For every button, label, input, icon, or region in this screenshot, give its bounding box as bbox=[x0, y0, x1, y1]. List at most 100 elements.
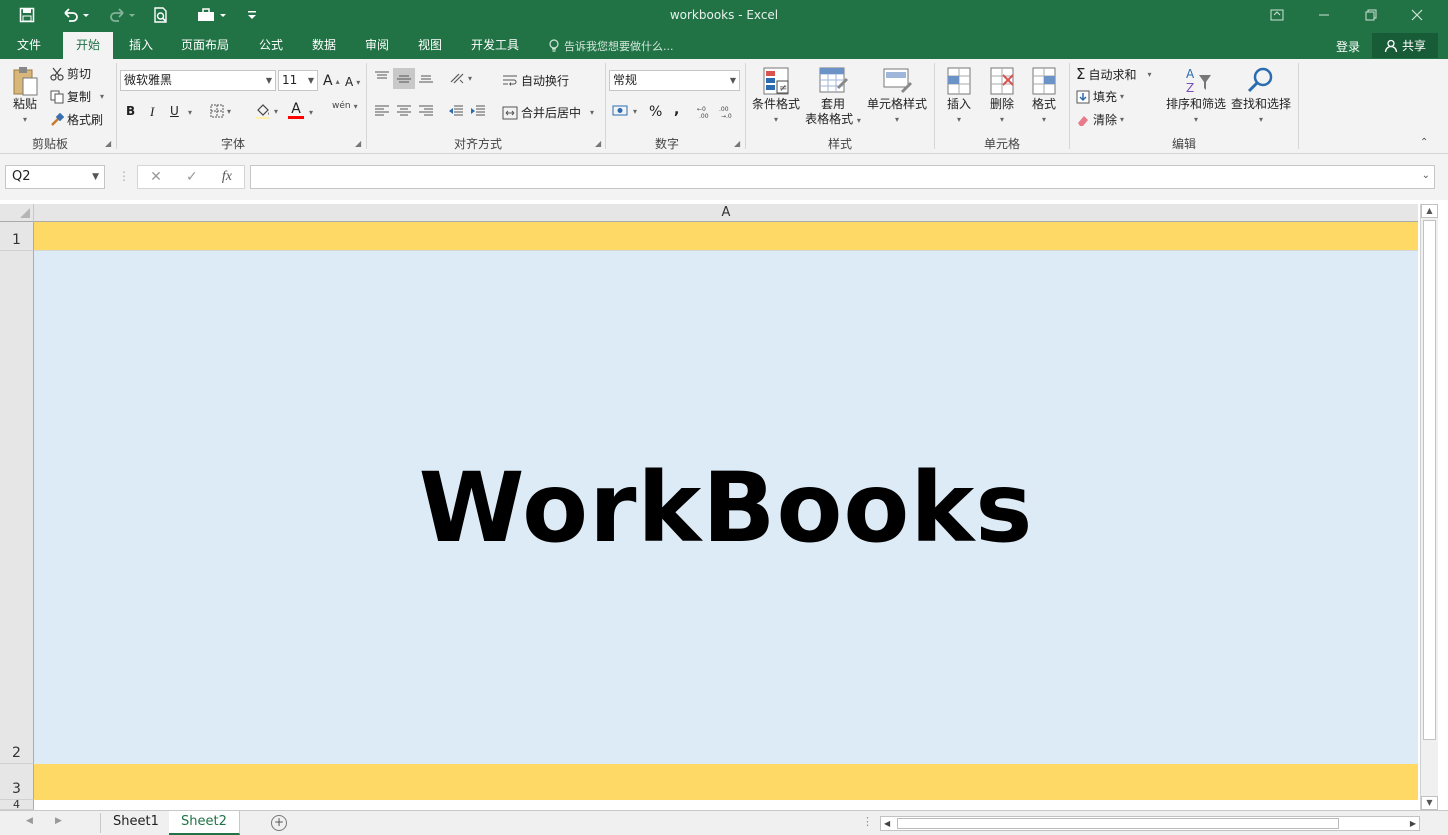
tab-insert[interactable]: 插入 bbox=[120, 32, 162, 59]
redo-icon[interactable] bbox=[104, 4, 138, 26]
increase-indent-button[interactable] bbox=[470, 104, 486, 118]
scroll-right-icon[interactable]: ▶ bbox=[1410, 817, 1416, 830]
minimize-icon[interactable] bbox=[1309, 4, 1339, 26]
cell-a4[interactable] bbox=[34, 800, 1418, 810]
tell-me-box[interactable]: 告诉我您想要做什么... bbox=[548, 38, 674, 54]
cell-styles-button[interactable]: 单元格样式 ▾ bbox=[866, 65, 928, 127]
sheet-tab-sheet1[interactable]: Sheet1 bbox=[101, 811, 172, 835]
font-size-combo[interactable]: 11 ▼ bbox=[278, 70, 318, 91]
tab-split-handle[interactable]: ⋮ bbox=[862, 815, 873, 828]
decrease-decimal-button[interactable]: .00 →.0 bbox=[719, 105, 737, 119]
grow-font-button[interactable]: A ▴ bbox=[323, 73, 340, 89]
italic-button[interactable]: I bbox=[150, 104, 154, 120]
bold-button[interactable]: B bbox=[126, 104, 135, 118]
ribbon-display-options-icon[interactable] bbox=[1262, 4, 1292, 26]
font-launcher-icon[interactable]: ◢ bbox=[355, 139, 361, 148]
phonetic-guide-button[interactable]: wén ▾ bbox=[332, 101, 358, 111]
format-painter-button[interactable]: 格式刷 bbox=[50, 111, 103, 128]
font-color-dropdown-icon[interactable]: ▾ bbox=[309, 108, 313, 117]
align-left-button[interactable] bbox=[374, 104, 390, 118]
tab-review[interactable]: 审阅 bbox=[355, 32, 399, 59]
orientation-button[interactable]: ▾ bbox=[449, 70, 472, 86]
align-center-button[interactable] bbox=[396, 104, 412, 118]
customize-qat-icon[interactable] bbox=[244, 4, 260, 26]
vertical-scroll-thumb[interactable] bbox=[1423, 220, 1436, 740]
insert-cells-button[interactable]: 插入 ▾ bbox=[940, 65, 978, 127]
accounting-format-button[interactable]: ▾ bbox=[612, 103, 637, 119]
conditional-formatting-button[interactable]: ≠ 条件格式 ▾ bbox=[750, 65, 802, 127]
cell-a1[interactable] bbox=[34, 222, 1418, 251]
number-format-combo[interactable]: 常规 ▼ bbox=[609, 70, 740, 91]
cell-a2[interactable]: WorkBooks bbox=[34, 251, 1418, 764]
restore-icon[interactable] bbox=[1356, 4, 1386, 26]
cell-a3[interactable] bbox=[34, 764, 1418, 800]
format-cells-button[interactable]: 格式 ▾ bbox=[1025, 65, 1063, 127]
name-box[interactable]: Q2 ▼ bbox=[5, 165, 105, 189]
tab-formulas[interactable]: 公式 bbox=[249, 32, 293, 59]
decrease-indent-button[interactable] bbox=[448, 104, 464, 118]
font-name-combo[interactable]: 微软雅黑 ▼ bbox=[120, 70, 276, 91]
formula-input[interactable]: ⌄ bbox=[250, 165, 1435, 189]
clear-button[interactable]: 清除 ▾ bbox=[1076, 111, 1124, 128]
share-button[interactable]: 共享 bbox=[1372, 33, 1438, 58]
align-middle-button[interactable] bbox=[393, 68, 415, 89]
sort-filter-button[interactable]: AZ 排序和筛选 ▾ bbox=[1164, 65, 1228, 127]
underline-button[interactable]: U bbox=[170, 104, 179, 118]
next-sheet-icon[interactable]: ▶ bbox=[55, 816, 62, 826]
tab-data[interactable]: 数据 bbox=[302, 32, 346, 59]
row-header-1[interactable]: 1 bbox=[0, 222, 34, 251]
expand-formula-bar-icon[interactable]: ⌄ bbox=[1422, 170, 1430, 181]
horizontal-scroll-thumb[interactable] bbox=[897, 818, 1339, 829]
merge-center-button[interactable]: 合并后居中 ▾ bbox=[502, 104, 594, 121]
tab-file[interactable]: 文件 bbox=[6, 32, 52, 59]
align-top-button[interactable] bbox=[374, 70, 390, 84]
comma-style-button[interactable]: , bbox=[674, 102, 679, 118]
underline-dropdown-icon[interactable]: ▾ bbox=[188, 108, 192, 117]
increase-decimal-button[interactable]: ←0.00 bbox=[697, 105, 715, 119]
row-header-3[interactable]: 3 bbox=[0, 764, 34, 800]
sheet-tab-sheet2[interactable]: Sheet2 bbox=[169, 811, 240, 835]
add-sheet-icon[interactable]: + bbox=[271, 815, 287, 831]
confirm-icon[interactable]: ✓ bbox=[186, 169, 198, 185]
scroll-left-icon[interactable]: ◀ bbox=[884, 817, 890, 830]
tab-developer[interactable]: 开发工具 bbox=[462, 32, 528, 59]
paste-button[interactable]: 粘贴 ▾ bbox=[8, 65, 42, 127]
collapse-ribbon-icon[interactable]: ⌃ bbox=[1420, 137, 1428, 148]
horizontal-scrollbar[interactable]: ◀ ▶ bbox=[880, 816, 1420, 831]
copy-button[interactable]: 复制 ▾ bbox=[50, 88, 104, 105]
scroll-down-icon[interactable]: ▼ bbox=[1421, 796, 1438, 810]
borders-button[interactable]: ▾ bbox=[210, 104, 231, 118]
align-right-button[interactable] bbox=[418, 104, 434, 118]
touch-mode-icon[interactable] bbox=[194, 4, 232, 26]
undo-icon[interactable] bbox=[58, 4, 92, 26]
shrink-font-button[interactable]: A ▾ bbox=[345, 75, 360, 89]
autosum-button[interactable]: Σ 自动求和 ▾ bbox=[1076, 65, 1152, 83]
formula-bar-grip[interactable]: ⋮ bbox=[118, 169, 130, 183]
close-icon[interactable] bbox=[1402, 4, 1432, 26]
format-as-table-button[interactable]: 套用 表格格式 ▾ bbox=[804, 65, 862, 128]
print-preview-icon[interactable] bbox=[150, 4, 172, 26]
vertical-scrollbar[interactable]: ▲ ▼ bbox=[1420, 204, 1438, 810]
tab-page-layout[interactable]: 页面布局 bbox=[174, 32, 236, 59]
insert-function-button[interactable]: fx bbox=[222, 169, 232, 185]
fill-color-button[interactable]: ▾ bbox=[255, 103, 278, 119]
tab-home[interactable]: 开始 bbox=[63, 32, 113, 59]
scroll-up-icon[interactable]: ▲ bbox=[1421, 204, 1438, 218]
select-all-button[interactable] bbox=[0, 204, 34, 222]
fill-button[interactable]: 填充 ▾ bbox=[1076, 88, 1124, 105]
percent-style-button[interactable]: % bbox=[649, 104, 662, 120]
row-header-4[interactable]: 4 bbox=[0, 799, 34, 810]
wrap-text-button[interactable]: 自动换行 bbox=[502, 72, 569, 89]
find-select-button[interactable]: 查找和选择 ▾ bbox=[1230, 65, 1292, 127]
cancel-icon[interactable]: ✕ bbox=[150, 169, 162, 185]
login-link[interactable]: 登录 bbox=[1336, 38, 1360, 55]
delete-cells-button[interactable]: 删除 ▾ bbox=[983, 65, 1021, 127]
tab-view[interactable]: 视图 bbox=[408, 32, 452, 59]
prev-sheet-icon[interactable]: ◀ bbox=[26, 816, 33, 826]
column-header-a[interactable]: A bbox=[34, 204, 1418, 222]
clipboard-launcher-icon[interactable]: ◢ bbox=[105, 139, 111, 148]
number-launcher-icon[interactable]: ◢ bbox=[734, 139, 740, 148]
alignment-launcher-icon[interactable]: ◢ bbox=[595, 139, 601, 148]
row-header-2[interactable]: 2 bbox=[0, 251, 34, 764]
align-bottom-button[interactable] bbox=[418, 70, 434, 84]
